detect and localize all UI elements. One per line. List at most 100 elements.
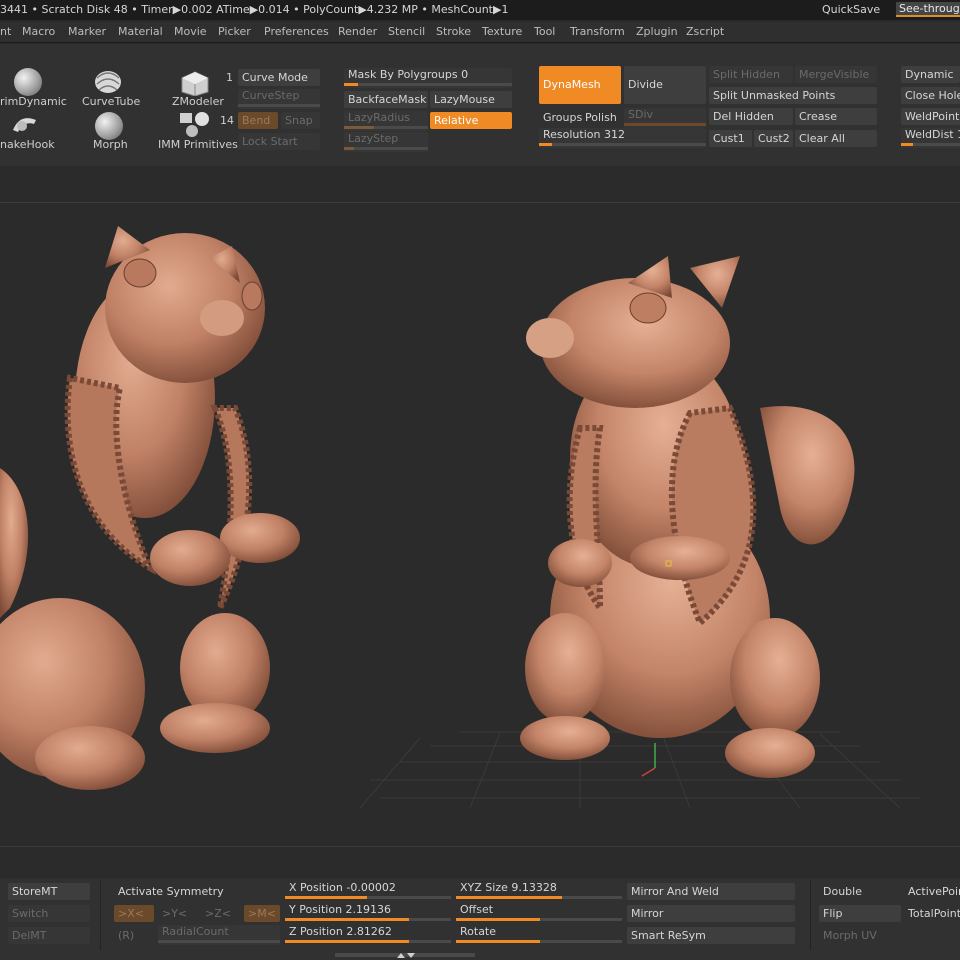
mirror-button[interactable]: Mirror (627, 905, 795, 922)
cust2-button[interactable]: Cust2 (754, 130, 793, 147)
menu-item-alpha[interactable]: nt (0, 25, 11, 38)
menu-item-stroke[interactable]: Stroke (436, 25, 471, 38)
rotate-label: Rotate (460, 925, 497, 938)
clear-all-button[interactable]: Clear All (795, 130, 877, 147)
bend-button[interactable]: Bend (238, 112, 278, 129)
groups-button[interactable]: Groups (539, 109, 583, 126)
backface-mask-button[interactable]: BackfaceMask (344, 91, 428, 108)
snake-hook-brush-icon[interactable] (10, 112, 40, 136)
weld-points-button[interactable]: WeldPoints (901, 108, 960, 125)
lazy-step-slider[interactable]: LazyStep (344, 132, 428, 152)
see-through-slider[interactable]: See-through (896, 2, 960, 17)
menu-item-material[interactable]: Material (118, 25, 163, 38)
lazy-mouse-button[interactable]: LazyMouse (430, 91, 512, 108)
xyz-size-label: XYZ Size 9.13328 (460, 881, 557, 894)
menu-item-macro[interactable]: Macro (22, 25, 55, 38)
polish-button[interactable]: Polish (581, 109, 621, 126)
z-position-fill (285, 940, 409, 943)
radial-count-slider[interactable]: RadialCount (158, 925, 280, 945)
del-mt-button[interactable]: DelMT (8, 927, 90, 944)
crease-button[interactable]: Crease (795, 108, 877, 125)
imm-count: 14 (220, 114, 234, 127)
radial-count-label: RadialCount (162, 925, 229, 938)
lazy-radius-fill (344, 126, 374, 129)
axis-x-line (641, 767, 656, 777)
offset-fill (456, 918, 540, 921)
dynamesh-button[interactable]: DynaMesh (539, 66, 621, 104)
z-position-slider[interactable]: Z Position 2.81262 (285, 925, 451, 945)
panel-divider (810, 880, 811, 950)
weld-dist-slider[interactable]: WeldDist 1 (901, 128, 960, 148)
curve-tube-brush-icon[interactable] (93, 68, 123, 96)
squirrel-model-front[interactable] (0, 226, 300, 790)
rotate-fill (456, 940, 540, 943)
resolution-slider[interactable]: Resolution 312 (539, 128, 706, 148)
menu-item-picker[interactable]: Picker (218, 25, 251, 38)
menu-item-render[interactable]: Render (338, 25, 377, 38)
menu-item-tool[interactable]: Tool (534, 25, 555, 38)
zmodeler-brush-icon[interactable] (180, 70, 210, 96)
menu-item-preferences[interactable]: Preferences (264, 25, 329, 38)
y-position-label: Y Position 2.19136 (289, 903, 392, 916)
menu-item-marker[interactable]: Marker (68, 25, 106, 38)
y-position-slider[interactable]: Y Position 2.19136 (285, 903, 451, 923)
morph-brush-icon[interactable] (95, 112, 123, 140)
menu-item-movie[interactable]: Movie (174, 25, 207, 38)
zmodeler-count: 1 (226, 71, 233, 84)
squirrel-model-side[interactable] (520, 256, 855, 778)
dynamic-button[interactable]: Dynamic (901, 66, 960, 83)
floor-grid (359, 727, 920, 809)
lock-start-button[interactable]: Lock Start (238, 133, 320, 150)
merge-visible-button[interactable]: MergeVisible (795, 66, 877, 83)
lazy-step-track (344, 147, 428, 150)
cust1-button[interactable]: Cust1 (709, 130, 752, 147)
mirror-and-weld-button[interactable]: Mirror And Weld (627, 883, 795, 900)
curve-step-slider[interactable]: CurveStep (238, 89, 320, 109)
x-axis-toggle[interactable]: >X< (114, 905, 154, 922)
menu-item-stencil[interactable]: Stencil (388, 25, 425, 38)
curve-mode-button[interactable]: Curve Mode (238, 69, 320, 86)
flip-button[interactable]: Flip (819, 905, 901, 922)
z-axis-toggle[interactable]: >Z< (201, 905, 241, 922)
menu-item-zscript[interactable]: Zscript (686, 25, 724, 38)
tray-handle[interactable] (335, 950, 475, 960)
x-position-slider[interactable]: X Position -0.00002 (285, 881, 451, 901)
quicksave-button[interactable]: QuickSave (822, 3, 880, 16)
imm-primitives-label: IMM Primitives (158, 138, 238, 151)
activate-symmetry-button[interactable]: Activate Symmetry (114, 883, 280, 900)
sculpt-scene[interactable] (0, 168, 960, 876)
total-points-readout: TotalPoints (908, 907, 960, 920)
sdiv-label: SDiv (628, 108, 654, 121)
m-axis-toggle[interactable]: >M< (244, 905, 280, 922)
resolution-track (539, 143, 706, 146)
split-hidden-button[interactable]: Split Hidden (709, 66, 793, 83)
mask-by-polygroups-label: Mask By Polygroups 0 (348, 68, 469, 81)
double-button[interactable]: Double (819, 883, 901, 900)
split-unmasked-points-button[interactable]: Split Unmasked Points (709, 87, 877, 104)
sdiv-slider[interactable]: SDiv (624, 108, 706, 128)
active-points-readout: ActivePoints (908, 885, 960, 898)
store-mt-button[interactable]: StoreMT (8, 883, 90, 900)
morph-uv-button[interactable]: Morph UV (819, 927, 901, 944)
xyz-size-slider[interactable]: XYZ Size 9.13328 (456, 881, 622, 901)
mask-by-polygroups-slider[interactable]: Mask By Polygroups 0 (344, 68, 512, 88)
menu-item-zplugin[interactable]: Zplugin (636, 25, 678, 38)
divide-button[interactable]: Divide (624, 66, 706, 104)
trim-dynamic-brush-icon[interactable] (14, 68, 42, 96)
snap-button[interactable]: Snap (281, 112, 320, 129)
imm-primitives-brush-icon[interactable] (178, 110, 212, 138)
sdiv-track (624, 123, 706, 126)
menu-item-transform[interactable]: Transform (570, 25, 625, 38)
switch-button[interactable]: Switch (8, 905, 90, 922)
y-axis-toggle[interactable]: >Y< (158, 905, 198, 922)
offset-slider[interactable]: Offset (456, 903, 622, 923)
rotate-slider[interactable]: Rotate (456, 925, 622, 945)
lazy-radius-slider[interactable]: LazyRadius (344, 111, 428, 131)
smart-resym-button[interactable]: Smart ReSym (627, 927, 795, 944)
radial-toggle[interactable]: (R) (114, 927, 154, 944)
del-hidden-button[interactable]: Del Hidden (709, 108, 793, 125)
weld-dist-fill (901, 143, 913, 146)
close-holes-button[interactable]: Close Holes (901, 87, 960, 104)
menu-item-texture[interactable]: Texture (482, 25, 522, 38)
relative-button[interactable]: Relative (430, 112, 512, 129)
